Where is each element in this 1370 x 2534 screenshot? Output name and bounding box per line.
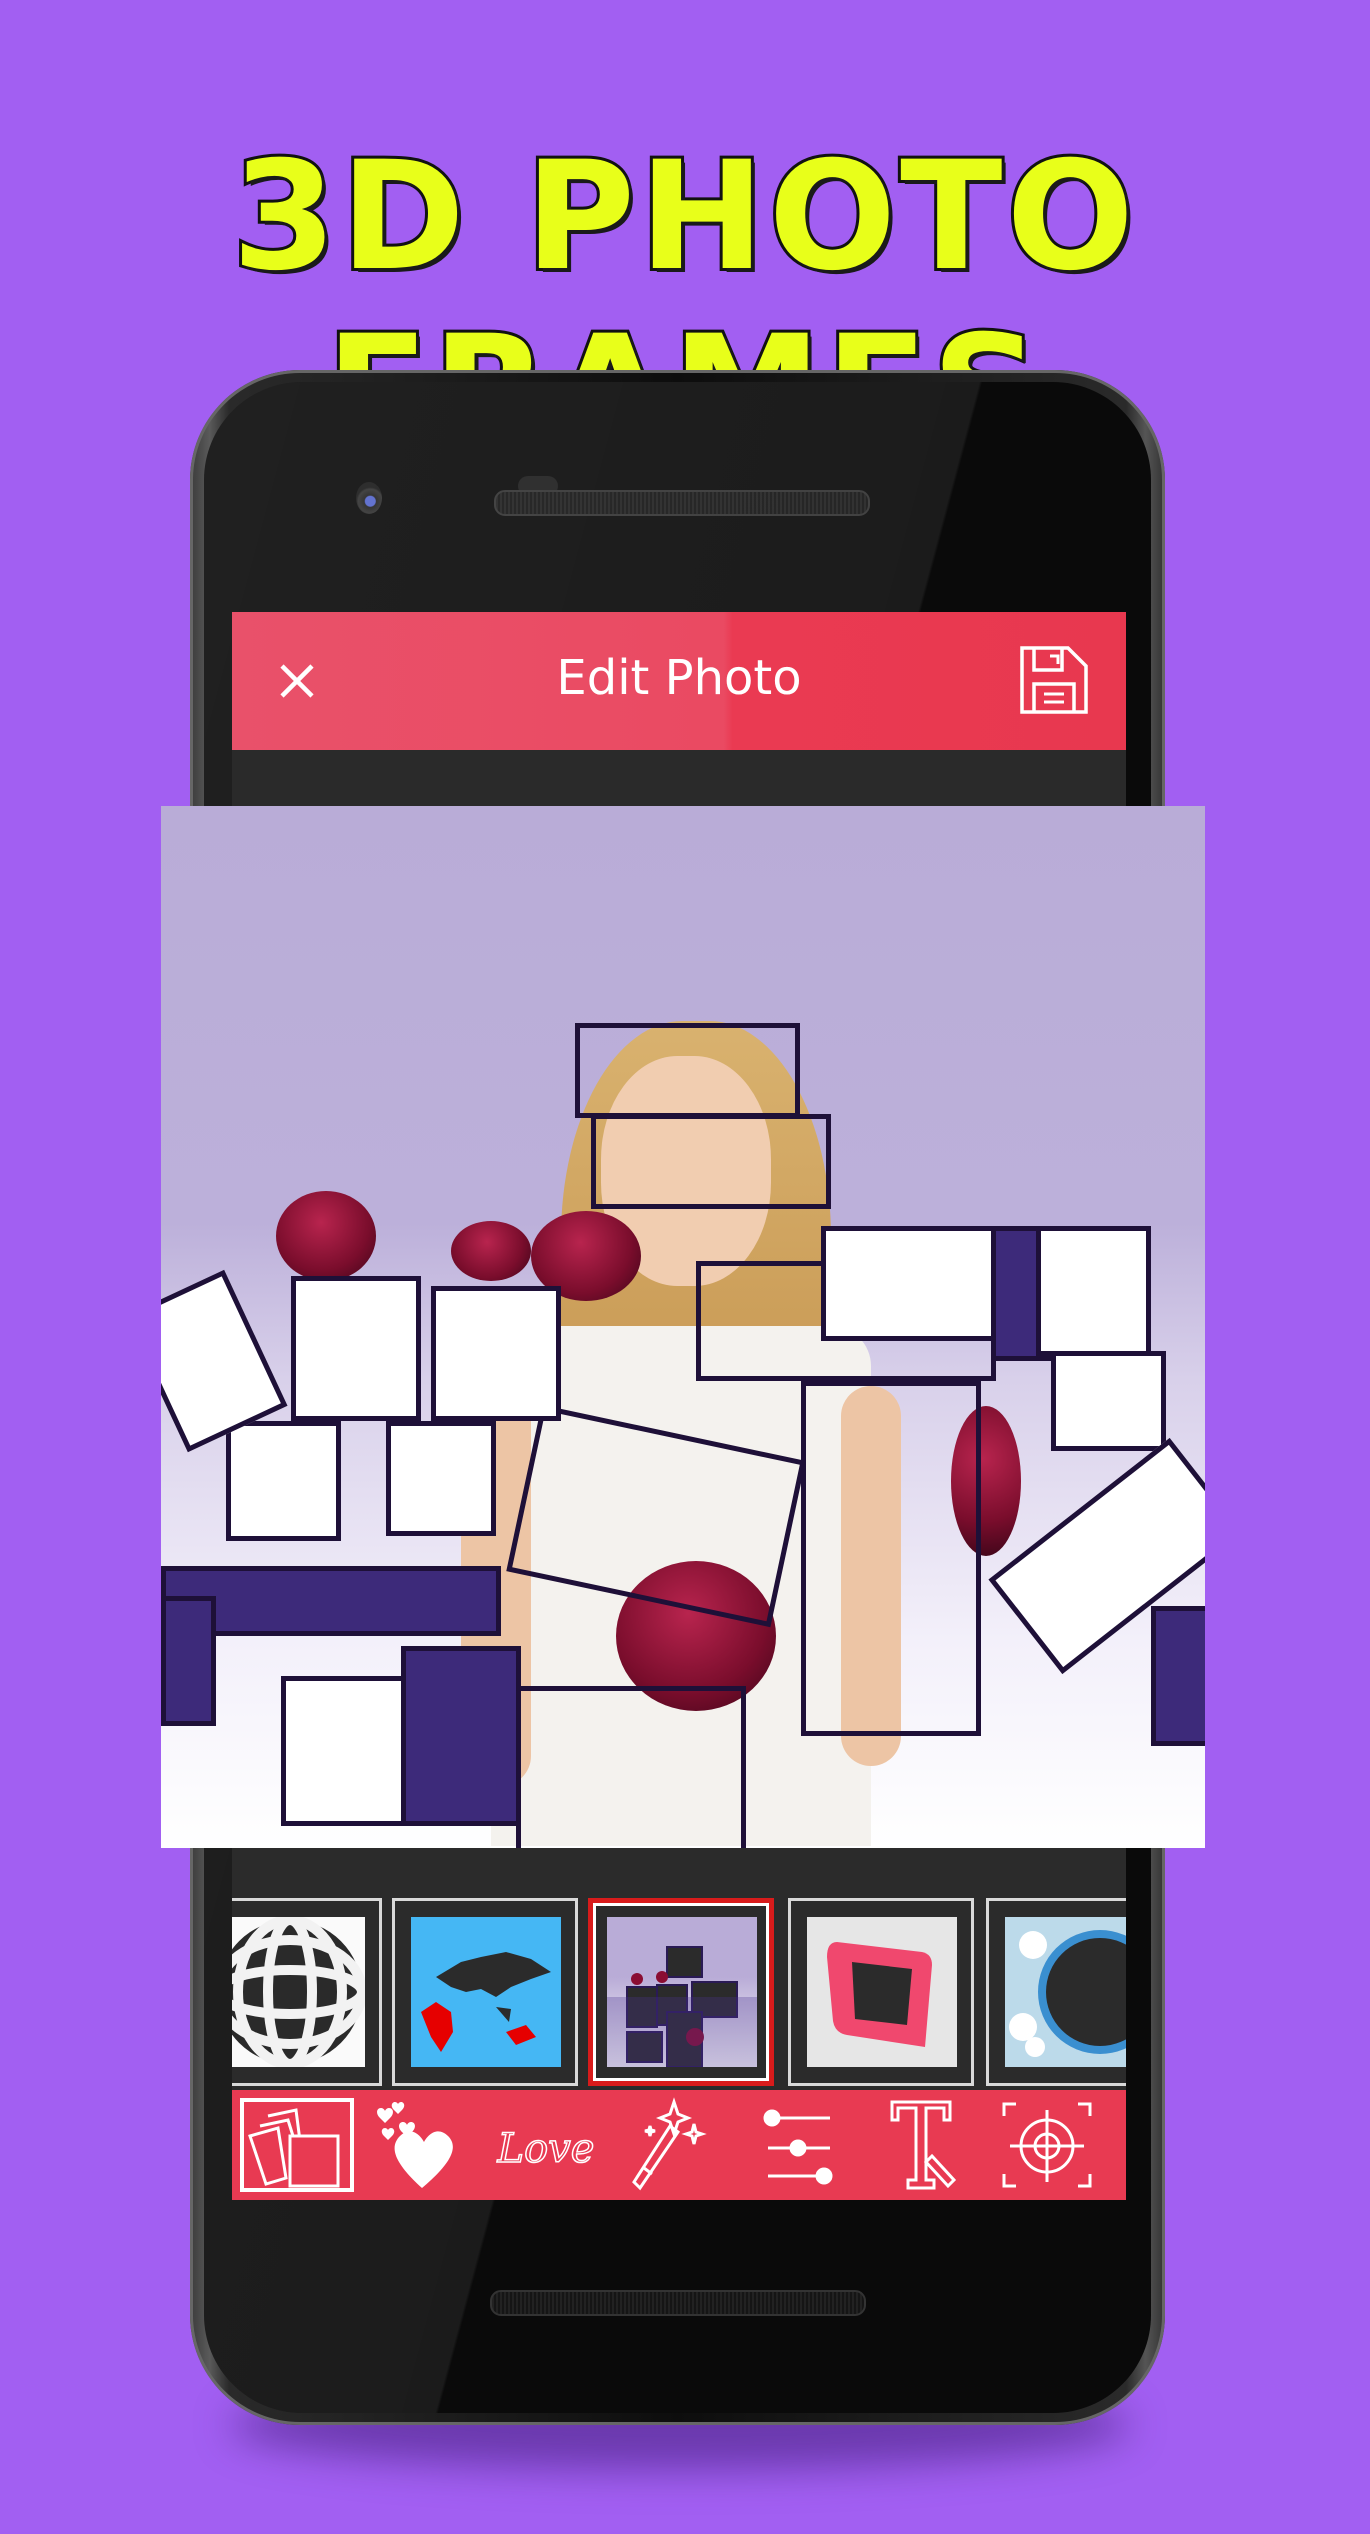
bottom-toolbar: Love (232, 2090, 1126, 2200)
stickers-tool-button[interactable] (362, 2096, 480, 2194)
target-icon (1002, 2102, 1092, 2188)
white-cube (1036, 1226, 1151, 1356)
frames-tool-button[interactable] (238, 2096, 356, 2194)
white-cube (386, 1421, 496, 1536)
app-header: Edit Photo (232, 612, 1126, 750)
flower-circle-frame-thumb (1005, 1917, 1126, 2067)
purple-cube-side (161, 1596, 216, 1726)
frame-thumbnail[interactable] (986, 1898, 1126, 2086)
world-map-frame-thumb (411, 1917, 561, 2067)
frame-thumbnail-strip[interactable] (232, 1848, 1126, 2088)
cubes-icon (607, 1946, 757, 2067)
world-map-icon (421, 1952, 551, 2052)
sphere-grid-frame-thumb (232, 1917, 365, 2067)
love-text-tool-button[interactable]: Love (488, 2096, 606, 2194)
frame-thumbnail-selected[interactable] (588, 1898, 774, 2086)
magic-wand-icon (632, 2097, 707, 2191)
white-cube (1051, 1351, 1166, 1451)
pink-square-frame-thumb (807, 1917, 957, 2067)
love-script-icon: Love (496, 2125, 595, 2173)
page-title: Edit Photo (556, 650, 802, 706)
frame-thumbnail[interactable] (788, 1898, 974, 2086)
red-ball (451, 1221, 531, 1281)
floppy-disk-save-icon (1020, 646, 1088, 714)
frame-thumbnail[interactable] (232, 1898, 382, 2086)
rounded-square-icon (827, 1942, 932, 2047)
white-cube (226, 1421, 341, 1541)
cube-face-window (801, 1381, 981, 1736)
purple-cube-side (1151, 1606, 1205, 1746)
purple-cube-side (401, 1646, 521, 1826)
cube-face-window (516, 1686, 746, 1848)
save-button[interactable] (1018, 644, 1090, 716)
sliders-icon (763, 2109, 833, 2185)
flower-circle-icon (1009, 1930, 1126, 2057)
white-cube (281, 1676, 406, 1826)
cube-face-window (591, 1114, 831, 1209)
cube-face-window (575, 1023, 800, 1118)
sphere-grid-icon (232, 1917, 365, 2067)
white-cube (291, 1276, 421, 1421)
3d-cubes-frame-thumb (607, 1917, 757, 2067)
white-cube (431, 1286, 561, 1421)
red-ball (276, 1191, 376, 1281)
photo-stack-icon (248, 2108, 340, 2188)
hearts-icon (377, 2102, 453, 2188)
text-tool-button[interactable] (862, 2096, 980, 2194)
effects-tool-button[interactable] (614, 2096, 732, 2194)
text-pen-icon (890, 2100, 957, 2190)
svg-text:Love: Love (497, 2126, 595, 2172)
photo-canvas[interactable] (161, 806, 1205, 1848)
frame-thumbnail[interactable] (392, 1898, 578, 2086)
adjust-tool-button[interactable] (738, 2096, 856, 2194)
focus-tool-button[interactable] (988, 2096, 1106, 2194)
